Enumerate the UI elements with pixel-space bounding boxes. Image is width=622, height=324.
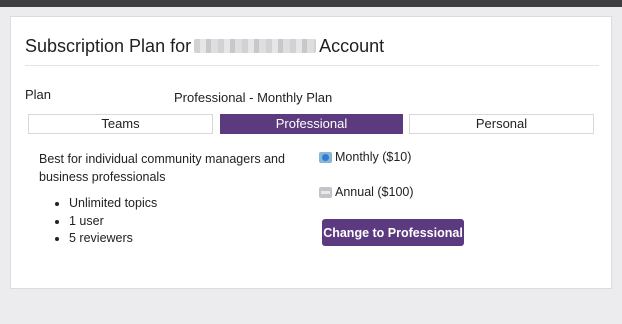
tab-personal[interactable]: Personal	[409, 114, 594, 134]
feature-item: 5 reviewers	[69, 230, 157, 248]
plan-description: Best for individual community managers a…	[39, 152, 285, 184]
subscription-card: Subscription Plan for Account Plan Profe…	[10, 16, 612, 289]
current-plan-value: Professional - Monthly Plan	[174, 90, 333, 105]
plan-label: Plan	[25, 87, 52, 102]
title-prefix: Subscription Plan for	[25, 35, 192, 56]
tab-professional[interactable]: Professional	[220, 114, 403, 134]
billing-annual-label: Annual ($100)	[335, 185, 414, 199]
title-suffix: Account	[319, 35, 385, 56]
feature-item: 1 user	[69, 213, 157, 231]
billing-option-monthly[interactable]: Monthly ($10)	[319, 150, 411, 164]
radio-selected-icon[interactable]	[319, 151, 332, 163]
radio-unselected-icon[interactable]	[319, 186, 332, 198]
change-plan-button[interactable]: Change to Professional	[322, 219, 464, 246]
billing-monthly-label: Monthly ($10)	[335, 150, 412, 164]
billing-option-annual[interactable]: Annual ($100)	[319, 185, 414, 199]
feature-item: Unlimited topics	[69, 195, 157, 213]
title-divider	[25, 65, 599, 66]
feature-list: Unlimited topics 1 user 5 reviewers	[55, 195, 157, 248]
plan-tabs: Teams Professional Personal	[28, 114, 595, 134]
redacted-account-name	[194, 39, 317, 53]
top-bar	[0, 0, 622, 7]
tab-teams[interactable]: Teams	[28, 114, 213, 134]
page-title: Subscription Plan for Account	[25, 35, 384, 57]
